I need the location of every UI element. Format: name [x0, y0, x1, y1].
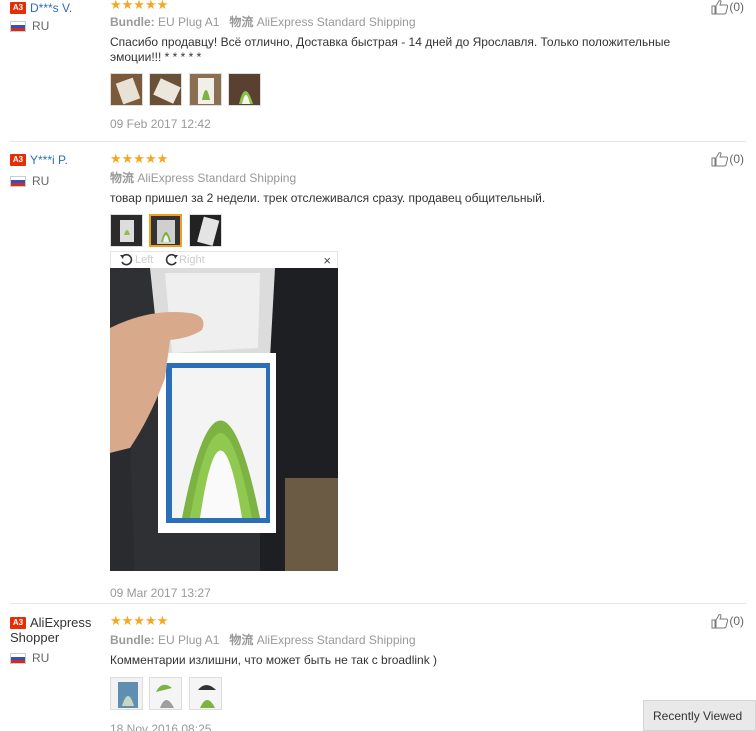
photo-thumbnail[interactable]: [149, 73, 183, 106]
photo-thumbnail[interactable]: [188, 73, 222, 106]
helpful-count: (0): [729, 614, 744, 628]
review-date: 09 Feb 2017 12:42: [110, 117, 211, 131]
logistics-label: 物流: [229, 633, 254, 647]
bundle-value: EU Plug A1: [158, 15, 220, 29]
review-text: товар пришел за 2 недели. трек отслежива…: [110, 191, 546, 205]
rating-stars: ★★★★★: [110, 613, 169, 628]
review-content: ★★★★★ Bundle: EU Plug A1 物流 AliExpress S…: [110, 0, 710, 131]
helpful-button[interactable]: (0): [711, 614, 744, 629]
review-text: Комментарии излишни, что может быть не т…: [110, 653, 438, 667]
photo-thumbnail[interactable]: [228, 73, 262, 106]
user-country: RU: [32, 18, 50, 33]
photo-thumbnail[interactable]: [110, 677, 143, 710]
russia-flag-icon: [10, 21, 26, 33]
review-divider: [10, 603, 746, 604]
rotate-left-button[interactable]: Left: [119, 253, 153, 267]
photo-thumbnail[interactable]: [110, 73, 143, 106]
review-user: A3 D***s V. RU: [10, 0, 105, 33]
helpful-count: (0): [729, 152, 744, 166]
helpful-count: (0): [729, 0, 744, 14]
thumbs-up-icon: [711, 614, 729, 629]
user-name[interactable]: D***s V.: [30, 1, 72, 15]
level-badge: A3: [10, 1, 26, 14]
bundle-value: EU Plug A1: [158, 633, 220, 647]
russia-flag-icon: [10, 176, 26, 188]
thumbs-up-icon: [711, 152, 729, 167]
photo-thumbnails: [110, 73, 710, 107]
photo-thumbnail[interactable]: [149, 677, 183, 710]
review-date: 18 Nov 2016 08:25: [110, 722, 212, 731]
russia-flag-icon: [10, 652, 26, 664]
review-date: 09 Mar 2017 13:27: [110, 586, 211, 600]
review-content: ★★★★★ Bundle: EU Plug A1 物流 AliExpress S…: [110, 614, 710, 731]
helpful-button[interactable]: (0): [711, 0, 744, 15]
photo-thumbnail[interactable]: [110, 214, 143, 247]
review-text: Спасибо продавцу! Всё отлично, Доставка …: [110, 35, 671, 64]
review-user: A3 Y***i P. RU: [10, 152, 105, 188]
rotate-left-icon: [120, 253, 133, 266]
rotate-right-icon: [165, 253, 178, 266]
photo-thumbnail[interactable]: [188, 214, 222, 247]
bundle-label: Bundle:: [110, 633, 155, 647]
review-divider: [10, 141, 746, 142]
rotate-right-label: Right: [179, 253, 205, 266]
photo-thumbnails: [110, 214, 710, 248]
logistics-label: 物流: [110, 171, 135, 185]
photo-viewer-toolbar: Left Right ×: [110, 251, 338, 268]
bundle-label: Bundle:: [110, 15, 155, 29]
photo-thumbnail-selected[interactable]: [149, 214, 183, 247]
level-badge: A3: [10, 616, 26, 629]
helpful-button[interactable]: (0): [711, 152, 744, 167]
photo-thumbnail[interactable]: [188, 677, 222, 710]
rating-stars: ★★★★★: [110, 151, 169, 166]
logistics-value: AliExpress Standard Shipping: [137, 171, 297, 185]
user-country: RU: [32, 173, 50, 188]
photo-viewer: Left Right ×: [110, 251, 338, 571]
level-badge: A3: [10, 153, 26, 166]
user-name[interactable]: Y***i P.: [30, 153, 68, 167]
review-user: A3 AliExpress Shopper RU: [10, 615, 105, 665]
photo-viewer-image: [110, 268, 338, 571]
rotate-right-button[interactable]: Right: [163, 253, 205, 267]
logistics-label: 物流: [229, 15, 254, 29]
rotate-left-label: Left: [135, 253, 154, 266]
photo-thumbnails: [110, 677, 710, 711]
logistics-value: AliExpress Standard Shipping: [256, 633, 416, 647]
recently-viewed-label: Recently Viewed: [653, 709, 743, 723]
recently-viewed-tab[interactable]: Recently Viewed: [643, 700, 756, 731]
close-icon[interactable]: ×: [323, 253, 331, 268]
user-country: RU: [32, 650, 50, 665]
logistics-value: AliExpress Standard Shipping: [256, 15, 416, 29]
thumbs-up-icon: [711, 0, 729, 15]
review-content: ★★★★★ 物流 AliExpress Standard Shipping то…: [110, 152, 710, 248]
rating-stars: ★★★★★: [110, 0, 169, 12]
